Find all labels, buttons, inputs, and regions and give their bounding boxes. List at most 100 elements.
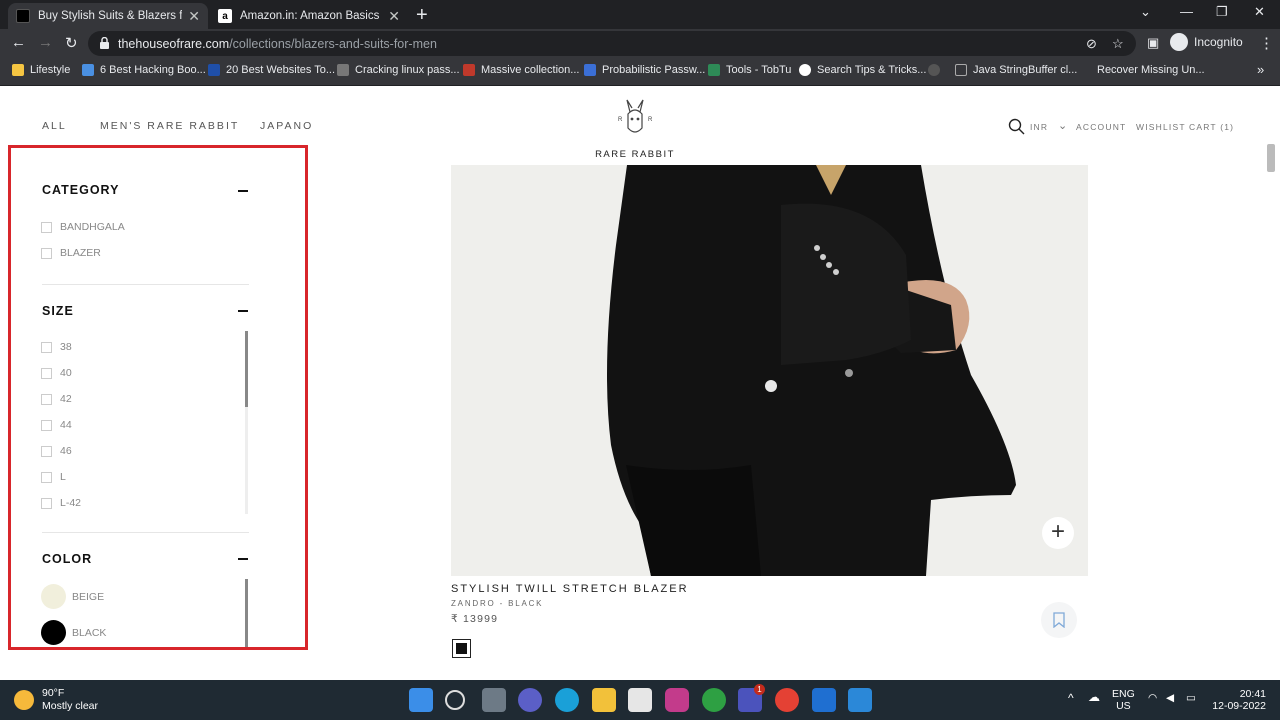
filter-option-size[interactable]: 42 [41,393,72,405]
collapse-size-icon[interactable] [238,310,248,312]
eye-off-icon[interactable]: ⊘ [1086,36,1097,52]
color-swatch[interactable] [41,620,66,645]
checkbox[interactable] [41,247,52,259]
store-icon[interactable] [628,688,652,712]
size-filter-title[interactable]: SIZE [42,304,74,318]
product-title[interactable]: STYLISH TWILL STRETCH BLAZER [451,583,689,595]
browser-menu-icon[interactable]: ⋮ [1259,34,1274,52]
minimize-button[interactable]: — [1180,4,1193,19]
close-window-button[interactable]: ✕ [1254,4,1265,20]
bookmark-item[interactable]: Recover Missing Un... [1079,64,1205,76]
chat-icon[interactable] [518,688,542,712]
bookmark-item[interactable] [928,64,946,76]
collapse-color-icon[interactable] [238,558,248,560]
nav-japano[interactable]: JAPANO [260,120,313,132]
filter-option-beige[interactable]: BEIGE [41,584,104,609]
checkbox[interactable] [41,393,52,405]
file-explorer-icon[interactable] [592,688,616,712]
nav-all[interactable]: ALL [42,120,67,132]
chevron-down-icon[interactable]: ⌄ [1058,119,1068,132]
instagram-icon[interactable] [665,688,689,712]
nav-mens-rare-rabbit[interactable]: MEN'S RARE RABBIT [100,120,239,132]
filter-option-size[interactable]: 44 [41,419,72,431]
brand-name: RARE RABBIT [595,149,675,160]
bookmark-item[interactable]: 6 Best Hacking Boo... [82,64,206,76]
filter-option-size[interactable]: 46 [41,445,72,457]
bookmark-item[interactable]: Java StringBuffer cl... [955,64,1077,76]
bookmarks-overflow-icon[interactable]: » [1257,62,1264,77]
chrome-icon[interactable] [775,688,799,712]
bookmark-item[interactable]: Cracking linux pass... [337,64,460,76]
filter-option-bandhgala[interactable]: BANDHGALA [41,221,125,233]
checkbox[interactable] [41,367,52,379]
bookmark-item[interactable]: 20 Best Websites To... [208,64,335,76]
bookmark-item[interactable]: Tools - TobTu [708,64,791,76]
tab-rare-rabbit[interactable]: Buy Stylish Suits & Blazers for Me ✕ [8,3,208,29]
tab-search-chevron-icon[interactable]: ⌄ [1140,4,1151,20]
wishlist-link[interactable]: WISHLIST [1136,122,1186,132]
maximize-button[interactable]: ❐ [1216,4,1228,20]
battery-icon[interactable]: ▭ [1186,692,1196,704]
side-panel-icon[interactable]: ▣ [1147,35,1159,51]
page-scrollbar-thumb[interactable] [1267,144,1275,172]
color-scroll-thumb[interactable] [245,579,248,647]
bookmark-star-icon[interactable]: ☆ [1112,36,1124,52]
wishlist-button[interactable] [1041,602,1077,638]
forward-arrow-icon[interactable]: → [38,34,53,51]
teams-icon[interactable]: 1 [738,684,765,712]
checkbox[interactable] [41,221,52,233]
photos-icon[interactable] [848,688,872,712]
tab-amazon[interactable]: a Amazon.in: Amazon Basics Smart ✕ [210,3,408,29]
currency-select[interactable]: INR [1030,122,1048,132]
product-color-swatch[interactable] [452,639,471,658]
color-swatch[interactable] [41,584,66,609]
chevron-up-icon[interactable]: ^ [1068,692,1074,704]
bookmark-item[interactable]: Lifestyle [12,64,70,76]
incognito-indicator[interactable]: Incognito [1170,33,1243,51]
bookmark-item[interactable]: Probabilistic Passw... [584,64,705,76]
size-scroll-thumb[interactable] [245,331,248,407]
new-tab-button[interactable]: + [416,4,428,27]
account-link[interactable]: ACCOUNT [1076,122,1126,132]
svg-text:R: R [648,117,653,123]
checkbox[interactable] [41,419,52,431]
clock[interactable]: 20:41 12-09-2022 [1208,688,1266,712]
color-filter-title[interactable]: COLOR [42,552,92,566]
checkbox[interactable] [41,497,52,509]
task-view-icon[interactable] [482,688,506,712]
rare-rabbit-logo[interactable]: R R RARE RABBIT [594,98,676,160]
xbox-icon[interactable] [702,688,726,712]
close-tab-icon[interactable]: ✕ [388,8,400,25]
volume-icon[interactable]: ◀ [1166,692,1174,704]
search-icon[interactable] [445,690,465,710]
filter-option-size[interactable]: L-42 [41,497,81,509]
wifi-icon[interactable]: ◠ [1148,692,1157,704]
filter-option-size[interactable]: 40 [41,367,72,379]
reload-icon[interactable]: ↻ [65,34,78,52]
quick-add-plus-button[interactable]: + [1042,517,1074,549]
bookmark-item[interactable]: Massive collection... [463,64,579,76]
windows-start-icon[interactable] [409,688,433,712]
search-icon[interactable] [1008,118,1025,135]
checkbox[interactable] [41,445,52,457]
category-filter-title[interactable]: CATEGORY [42,183,119,197]
cart-link[interactable]: CART (1) [1189,122,1234,132]
mail-icon[interactable] [812,688,836,712]
cloud-icon[interactable]: ☁ [1088,691,1100,703]
back-arrow-icon[interactable]: ← [11,34,26,51]
filter-option-black[interactable]: BLACK [41,620,106,645]
filter-option-blazer[interactable]: BLAZER [41,247,101,259]
filter-option-size[interactable]: L [41,471,66,483]
address-bar[interactable]: thehouseofrare.com/collections/blazers-a… [88,31,1136,56]
product-image[interactable]: + [451,165,1088,576]
checkbox[interactable] [41,471,52,483]
filter-option-size[interactable]: 38 [41,341,72,353]
edge-icon[interactable] [555,688,579,712]
language-indicator[interactable]: ENG US [1112,688,1135,712]
collapse-category-icon[interactable] [238,190,248,192]
bookmark-favicon-icon [463,64,475,76]
bookmark-item[interactable]: Search Tips & Tricks... [799,64,926,76]
close-tab-icon[interactable]: ✕ [188,8,200,25]
checkbox[interactable] [41,341,52,353]
weather-widget[interactable]: 90°F Mostly clear [14,687,98,713]
